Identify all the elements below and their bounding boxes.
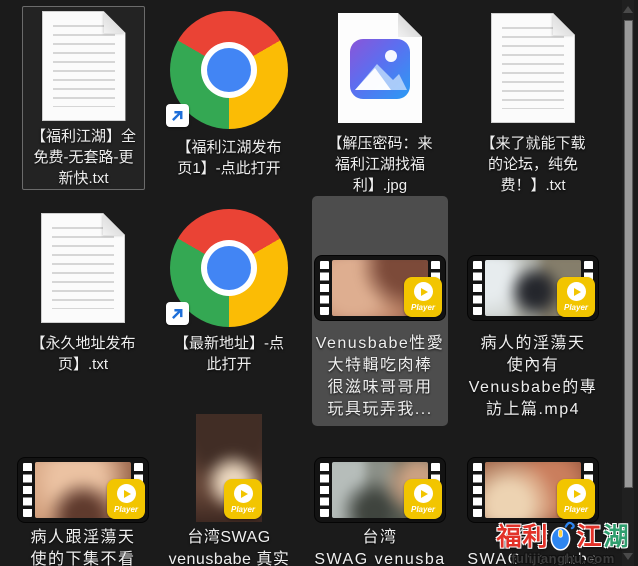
file-name: 病人跟淫蕩天 使的下集不看 [30, 527, 135, 566]
icon-area [41, 208, 125, 328]
play-icon [414, 282, 433, 301]
file-tile-video-3[interactable]: Player 病人跟淫蕩天 使的下集不看 [14, 426, 152, 566]
player-badge-label: Player [564, 303, 588, 312]
video-thumbnail: Player [468, 458, 598, 522]
film-holes-left [473, 463, 482, 517]
file-tile-jpg[interactable]: 【解压密码：来 福利江湖找福 利】.jpg [306, 0, 454, 196]
video-thumbnail: Player [315, 458, 445, 522]
file-tile-chrome-1[interactable]: 【福利江湖发布 页1】-点此打开 [152, 0, 306, 196]
file-tile-chrome-2[interactable]: 【最新地址】-点 此打开 [152, 196, 306, 426]
file-browser-view: 【福利江湖】全 免费-无套路-更 新快.txt 【福利江湖发布 页1】-点此打开 [0, 0, 638, 566]
file-name: 【福利江湖发布 页1】-点此打开 [176, 137, 281, 179]
icon-area [491, 8, 575, 128]
player-badge: Player [557, 277, 595, 317]
film-holes-left [473, 261, 482, 315]
play-icon [567, 282, 586, 301]
video-thumbnail: Player [315, 256, 445, 320]
player-badge: Player [557, 479, 595, 519]
file-name: 【来了就能下载 的论坛，纯免 费！】.txt [480, 133, 585, 196]
file-name: 台湾 SWAG venusba [314, 527, 445, 566]
page-fold [553, 13, 575, 35]
file-name: 台湾SWAG venusbabe 真实 [169, 527, 290, 566]
file-tile-video-5[interactable]: Player 台湾 SWAG venusba [306, 426, 454, 566]
play-icon [117, 484, 136, 503]
player-badge: Player [404, 479, 442, 519]
chrome-icon [170, 209, 288, 327]
file-name: Venusbabe性愛 大特輯吃肉棒 很滋味哥哥用 玩具玩弄我... [316, 333, 445, 421]
scrollbar[interactable] [622, 0, 634, 566]
file-tile-video-2[interactable]: Player 病人的淫蕩天 使內有 Venusbabe的專 訪上篇.mp4 [454, 196, 612, 426]
text-lines [502, 27, 564, 109]
chrome-core [207, 48, 251, 92]
play-icon [414, 484, 433, 503]
file-grid: 【福利江湖】全 免费-无套路-更 新快.txt 【福利江湖发布 页1】-点此打开 [14, 0, 612, 566]
icon-area: Player [468, 426, 598, 522]
text-lines [53, 25, 115, 107]
file-tile-video-4[interactable]: Player 台湾SWAG venusbabe 真实 [152, 426, 306, 566]
icon-area [338, 8, 422, 128]
image-file-icon [338, 13, 422, 123]
watermark-text-left: 福利 [496, 517, 548, 553]
icon-area: Player [18, 426, 148, 522]
mouse-icon [549, 519, 575, 551]
text-file-icon [491, 13, 575, 123]
chrome-icon [170, 11, 288, 129]
watermark-domain: fulijianghu.com [490, 551, 636, 566]
icon-area [42, 11, 126, 121]
text-file-icon [42, 11, 126, 121]
film-holes-left [23, 463, 32, 517]
player-badge: Player [224, 479, 262, 519]
player-badge-label: Player [411, 303, 435, 312]
play-icon [234, 484, 253, 503]
file-name: 【最新地址】-点 此打开 [174, 333, 284, 375]
photo-glyph [349, 38, 411, 100]
file-tile-txt-3[interactable]: 【永久地址发布 页】.txt [14, 196, 152, 426]
site-watermark: 福利 江湖 fulijianghu.com [490, 517, 636, 566]
scrollbar-thumb[interactable] [624, 20, 633, 488]
chrome-core [207, 246, 251, 290]
page-fold [398, 13, 422, 37]
icon-area: Player [315, 426, 445, 522]
play-icon [567, 484, 586, 503]
film-holes-left [320, 261, 329, 315]
icon-area: Player [196, 426, 262, 522]
player-badge-label: Player [231, 505, 255, 514]
shortcut-arrow-icon [166, 302, 189, 325]
scroll-up-arrow-icon[interactable] [623, 6, 633, 13]
file-tile-txt-1[interactable]: 【福利江湖】全 免费-无套路-更 新快.txt [22, 6, 145, 190]
watermark-text-right-2: 湖 [604, 517, 630, 553]
file-tile-txt-2[interactable]: 【来了就能下载 的论坛，纯免 费！】.txt [454, 0, 612, 196]
player-badge-label: Player [564, 505, 588, 514]
watermark-text-right-1: 江 [576, 517, 602, 553]
player-badge-label: Player [114, 505, 138, 514]
shortcut-arrow-icon [166, 104, 189, 127]
player-badge: Player [404, 277, 442, 317]
file-name: 【解压密码：来 福利江湖找福 利】.jpg [327, 133, 432, 196]
text-file-icon [41, 213, 125, 323]
icon-area: Player [315, 208, 445, 328]
icon-area [170, 8, 288, 132]
video-thumbnail: Player [18, 458, 148, 522]
page-fold [103, 213, 125, 235]
player-badge-label: Player [411, 505, 435, 514]
player-badge: Player [107, 479, 145, 519]
film-holes-left [320, 463, 329, 517]
page-fold [104, 11, 126, 33]
file-name: 【永久地址发布 页】.txt [30, 333, 135, 375]
file-name: 【福利江湖】全 免费-无套路-更 新快.txt [31, 126, 136, 189]
file-tile-video-1[interactable]: Player Venusbabe性愛 大特輯吃肉棒 很滋味哥哥用 玩具玩弄我..… [312, 196, 448, 426]
icon-area [170, 208, 288, 328]
file-name: 病人的淫蕩天 使內有 Venusbabe的專 訪上篇.mp4 [469, 333, 598, 421]
video-thumbnail: Player [468, 256, 598, 320]
text-lines [52, 227, 114, 309]
icon-area: Player [468, 208, 598, 328]
watermark-brand: 福利 江湖 [490, 517, 636, 553]
video-thumbnail-portrait: Player [196, 414, 262, 522]
